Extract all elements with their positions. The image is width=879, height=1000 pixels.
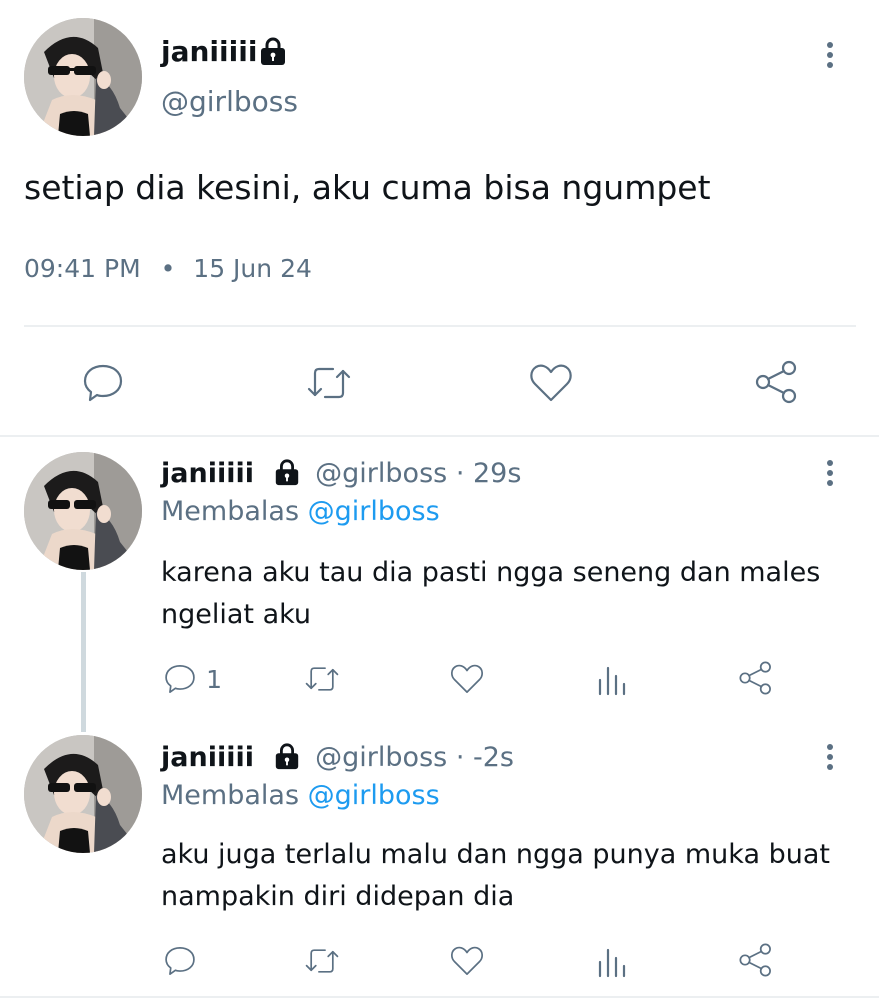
lock-icon	[273, 458, 301, 486]
divider	[0, 435, 879, 437]
retweet-icon	[307, 367, 351, 399]
heart-icon	[530, 364, 572, 402]
like-button[interactable]	[528, 361, 574, 405]
tweet-text: setiap dia kesini, aku cuma bisa ngumpet	[24, 168, 711, 207]
tweet-time: · 29s	[455, 458, 522, 489]
share-button[interactable]	[737, 660, 775, 696]
tweet-text-line: ngeliat aku	[161, 599, 312, 630]
retweet-icon	[305, 667, 339, 691]
display-name[interactable]: janiiiii	[161, 458, 254, 489]
lock-icon	[258, 36, 288, 66]
analytics-button[interactable]	[596, 662, 628, 696]
heart-icon	[450, 664, 484, 693]
replying-label: Membalas	[161, 496, 300, 527]
analytics-icon	[598, 666, 626, 696]
tweet-text-line: aku juga terlalu malu dan ngga punya muk…	[161, 839, 830, 870]
tweet-date: 15 Jun 24	[193, 254, 312, 283]
share-icon	[739, 661, 771, 695]
analytics-icon	[598, 948, 626, 978]
share-icon	[739, 943, 771, 977]
reply-header: janiiiii @girlboss · -2s	[161, 740, 514, 776]
tweet-text-line: karena aku tau dia pasti ngga seneng dan…	[161, 557, 821, 588]
profile-photo	[24, 735, 142, 853]
share-button[interactable]	[737, 942, 775, 978]
share-icon	[755, 360, 797, 404]
avatar[interactable]	[24, 735, 142, 853]
comment-icon	[165, 947, 195, 975]
more-icon[interactable]	[823, 460, 837, 490]
tweet-time: · -2s	[455, 742, 514, 773]
retweet-icon	[305, 949, 339, 973]
retweet-button[interactable]	[303, 662, 341, 696]
divider	[0, 996, 879, 998]
replying-to: Membalas @girlboss	[161, 778, 440, 814]
handle[interactable]: @girlboss	[315, 458, 447, 489]
avatar[interactable]	[24, 18, 142, 136]
reply-button[interactable]: 1	[163, 662, 222, 696]
mention-link[interactable]: @girlboss	[308, 496, 440, 527]
reply-header: janiiiii @girlboss · 29s	[161, 456, 521, 492]
more-icon[interactable]	[823, 744, 837, 774]
retweet-button[interactable]	[305, 361, 353, 405]
analytics-button[interactable]	[596, 944, 628, 978]
tweet-time: 09:41 PM	[24, 254, 141, 283]
avatar[interactable]	[24, 452, 142, 570]
like-button[interactable]	[449, 662, 485, 696]
share-button[interactable]	[753, 359, 801, 405]
comment-icon	[165, 665, 195, 693]
profile-photo	[24, 18, 142, 136]
tweet-text: aku juga terlalu malu dan ngga punya muk…	[161, 834, 830, 918]
display-name[interactable]: janiiiii	[161, 742, 254, 773]
handle[interactable]: @girlboss	[161, 84, 298, 120]
replying-label: Membalas	[161, 780, 300, 811]
divider	[24, 325, 856, 327]
replying-to: Membalas @girlboss	[161, 494, 440, 530]
reply-button[interactable]	[81, 361, 125, 405]
profile-photo	[24, 452, 142, 570]
reply-count: 1	[206, 664, 222, 694]
tweet-timestamp: 09:41 PM • 15 Jun 24	[24, 252, 312, 286]
mention-link[interactable]: @girlboss	[308, 780, 440, 811]
heart-icon	[450, 946, 484, 975]
thread-line	[81, 572, 86, 732]
retweet-button[interactable]	[303, 944, 341, 978]
comment-icon	[83, 364, 123, 402]
separator-dot: •	[160, 254, 176, 283]
tweet-text-line: nampakin diri didepan dia	[161, 881, 515, 912]
display-name[interactable]: janiiiii	[161, 34, 257, 70]
more-icon[interactable]	[823, 42, 837, 72]
like-button[interactable]	[449, 944, 485, 978]
handle[interactable]: @girlboss	[315, 742, 447, 773]
reply-button[interactable]	[163, 944, 197, 978]
lock-icon	[273, 742, 301, 770]
tweet-text: karena aku tau dia pasti ngga seneng dan…	[161, 552, 820, 636]
